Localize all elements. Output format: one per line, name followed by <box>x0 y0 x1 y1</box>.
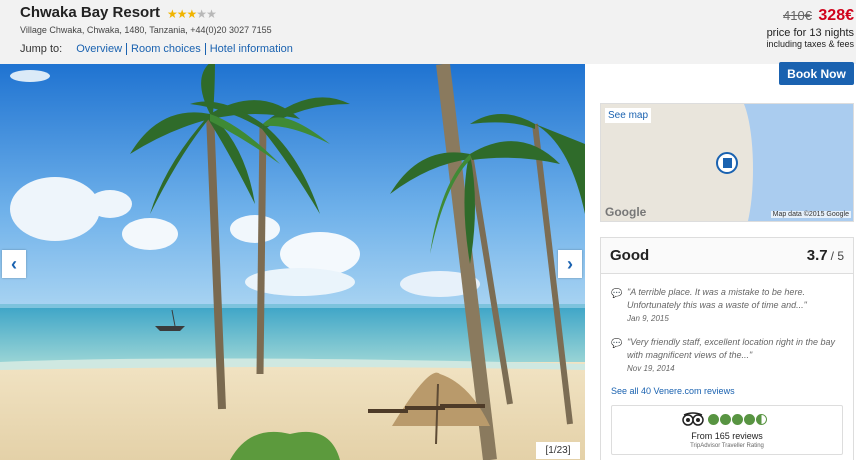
tripadvisor-rating[interactable]: From 165 reviews TripAdvisor Traveller R… <box>611 405 843 455</box>
star-empty-icon: ★ <box>206 7 217 21</box>
new-price: 328€ <box>818 7 854 24</box>
review-score: 3.7 <box>806 246 828 264</box>
book-now-button[interactable]: Book Now <box>779 62 854 85</box>
speech-bubble-icon: 💬 <box>611 338 623 348</box>
gallery-counter: [1/23] <box>536 442 580 459</box>
reviews-header: Good 3.7/ 5 <box>601 238 853 274</box>
rating-bubble-icon <box>744 414 755 425</box>
price-box: 410€ 328€ price for 13 nights including … <box>766 7 854 49</box>
review-score-max: / 5 <box>830 248 844 263</box>
review-date: Jan 9, 2015 <box>627 314 669 323</box>
tripadvisor-subtitle: TripAdvisor Traveller Rating <box>690 443 764 449</box>
tripadvisor-owl-icon <box>682 412 704 426</box>
review-item: 💬 "Very friendly staff, excellent locati… <box>611 336 841 373</box>
chevron-right-icon: › <box>567 253 573 274</box>
price-fees-note: including taxes & fees <box>766 39 854 49</box>
review-item: 💬 "A terrible place. It was a mistake to… <box>611 286 841 323</box>
star-icon: ★ <box>167 7 178 21</box>
hotel-address: Village Chwaka, Chwaka, 1480, Tanzania, … <box>20 25 272 35</box>
jump-link-hotel-information[interactable]: Hotel information <box>206 43 297 55</box>
building-icon <box>722 158 732 168</box>
rating-word: Good <box>610 247 650 264</box>
see-map-link[interactable]: See map <box>605 108 652 123</box>
google-logo: Google <box>605 205 647 219</box>
review-text: "Very friendly staff, excellent location… <box>627 337 835 360</box>
hotel-pin-icon[interactable] <box>716 152 738 174</box>
hotel-name: Chwaka Bay Resort <box>20 4 161 21</box>
old-price: 410€ <box>783 8 812 23</box>
see-all-reviews-link[interactable]: See all 40 Venere.com reviews <box>611 386 735 396</box>
star-icon: ★ <box>186 7 198 21</box>
gallery-prev-button[interactable]: ‹ <box>2 250 26 278</box>
tripadvisor-review-count: From 165 reviews <box>691 431 763 441</box>
star-empty-icon: ★ <box>196 7 207 21</box>
hotel-header: Chwaka Bay Resort ★★★★★ Village Chwaka, … <box>0 0 856 64</box>
chevron-left-icon: ‹ <box>11 253 17 274</box>
gallery-next-button[interactable]: › <box>558 250 582 278</box>
rating-bubble-icon <box>720 414 731 425</box>
price-nights: price for 13 nights <box>766 27 854 39</box>
jump-to-nav: Jump to: Overview Room choices Hotel inf… <box>20 43 297 55</box>
review-date: Nov 19, 2014 <box>627 364 675 373</box>
jump-link-overview[interactable]: Overview <box>72 43 126 55</box>
star-rating: ★★★★★ <box>167 7 217 21</box>
rating-bubble-half-icon <box>756 414 767 425</box>
photo-gallery[interactable]: ‹ › [1/23] <box>0 64 585 460</box>
beach-photo <box>0 64 585 460</box>
rating-bubble-icon <box>708 414 719 425</box>
review-text: "A terrible place. It was a mistake to b… <box>627 287 807 310</box>
rating-bubble-icon <box>732 414 743 425</box>
jump-link-room-choices[interactable]: Room choices <box>127 43 205 55</box>
reviews-panel: Good 3.7/ 5 💬 "A terrible place. It was … <box>600 237 854 460</box>
speech-bubble-icon: 💬 <box>611 288 623 298</box>
star-icon: ★ <box>176 7 188 21</box>
map-attribution: Map data ©2015 Google <box>770 211 851 218</box>
tripadvisor-bubbles <box>708 414 768 425</box>
jump-to-label: Jump to: <box>20 43 63 55</box>
